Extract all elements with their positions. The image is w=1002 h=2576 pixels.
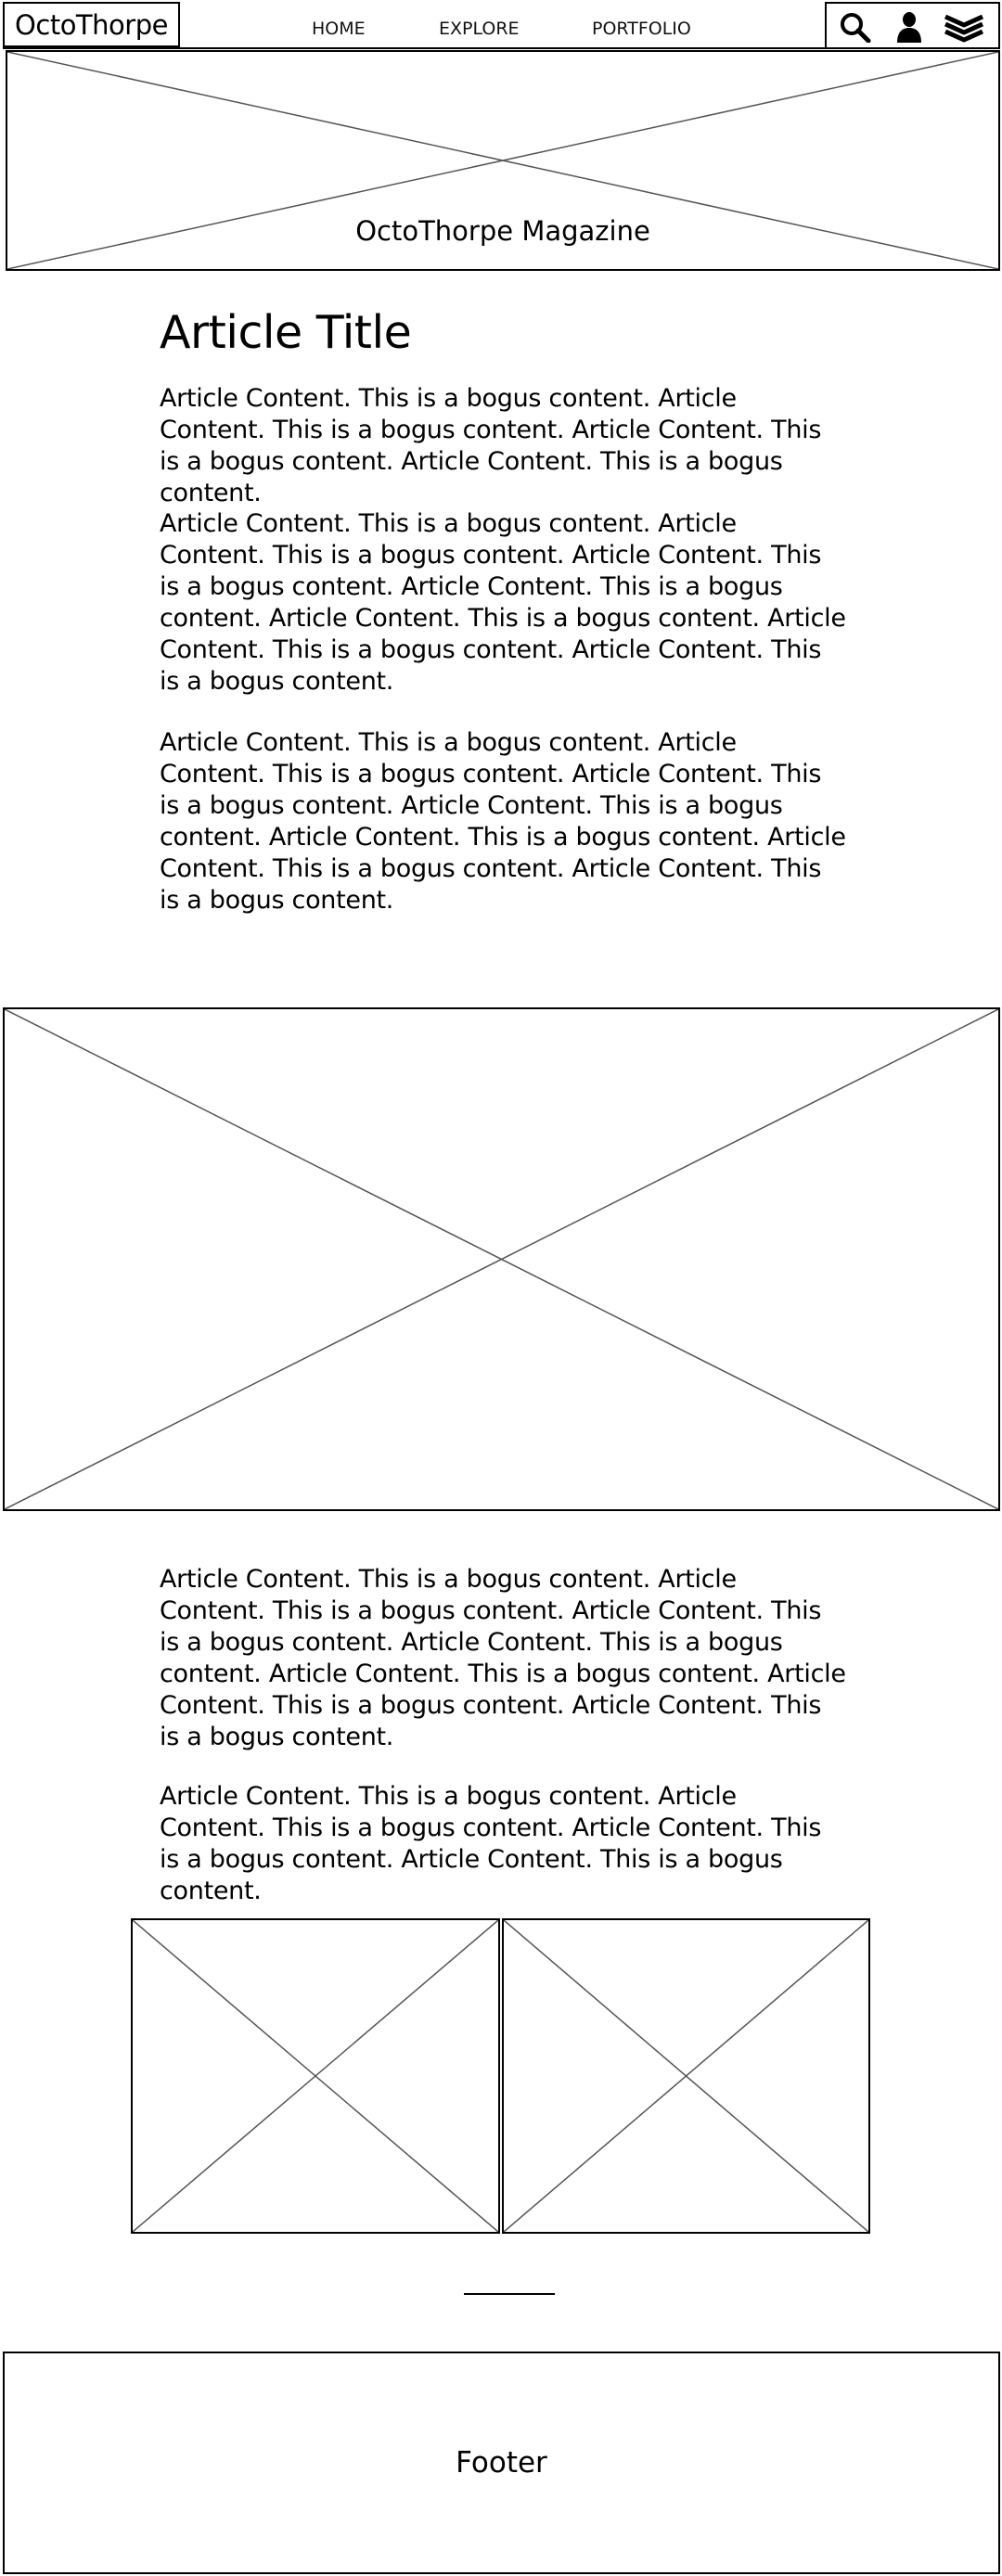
article-paragraph: Article Content. This is a bogus content… xyxy=(160,1565,846,1751)
user-icon[interactable] xyxy=(892,11,927,43)
section-divider xyxy=(464,2293,555,2295)
hero-caption: OctoThorpe Magazine xyxy=(355,215,650,247)
nav-explore[interactable]: EXPLORE xyxy=(439,19,520,39)
footer: Footer xyxy=(3,2352,1000,2574)
gallery-image-right-placeholder xyxy=(502,1918,870,2234)
menu-icon[interactable] xyxy=(942,11,986,43)
hero-image-placeholder: OctoThorpe Magazine xyxy=(6,50,1000,271)
article-paragraph: Article Content. This is a bogus content… xyxy=(160,1782,822,1905)
gallery-image-left-placeholder xyxy=(131,1918,500,2234)
header-icon-group xyxy=(825,2,1000,49)
nav-home[interactable]: HOME xyxy=(312,19,366,39)
footer-label: Footer xyxy=(456,2446,547,2480)
article-paragraph: Article Content. This is a bogus content… xyxy=(160,728,846,915)
site-logo[interactable]: OctoThorpe xyxy=(3,2,180,47)
header-divider xyxy=(3,47,1000,49)
article-paragraph: Article Content. This is a bogus content… xyxy=(160,509,846,696)
article-paragraph: Article Content. This is a bogus content… xyxy=(160,384,822,507)
search-icon[interactable] xyxy=(838,11,873,43)
article-title: Article Title xyxy=(160,306,412,359)
nav-portfolio[interactable]: PORTFOLIO xyxy=(592,19,691,39)
article-image-placeholder xyxy=(3,1007,1000,1511)
